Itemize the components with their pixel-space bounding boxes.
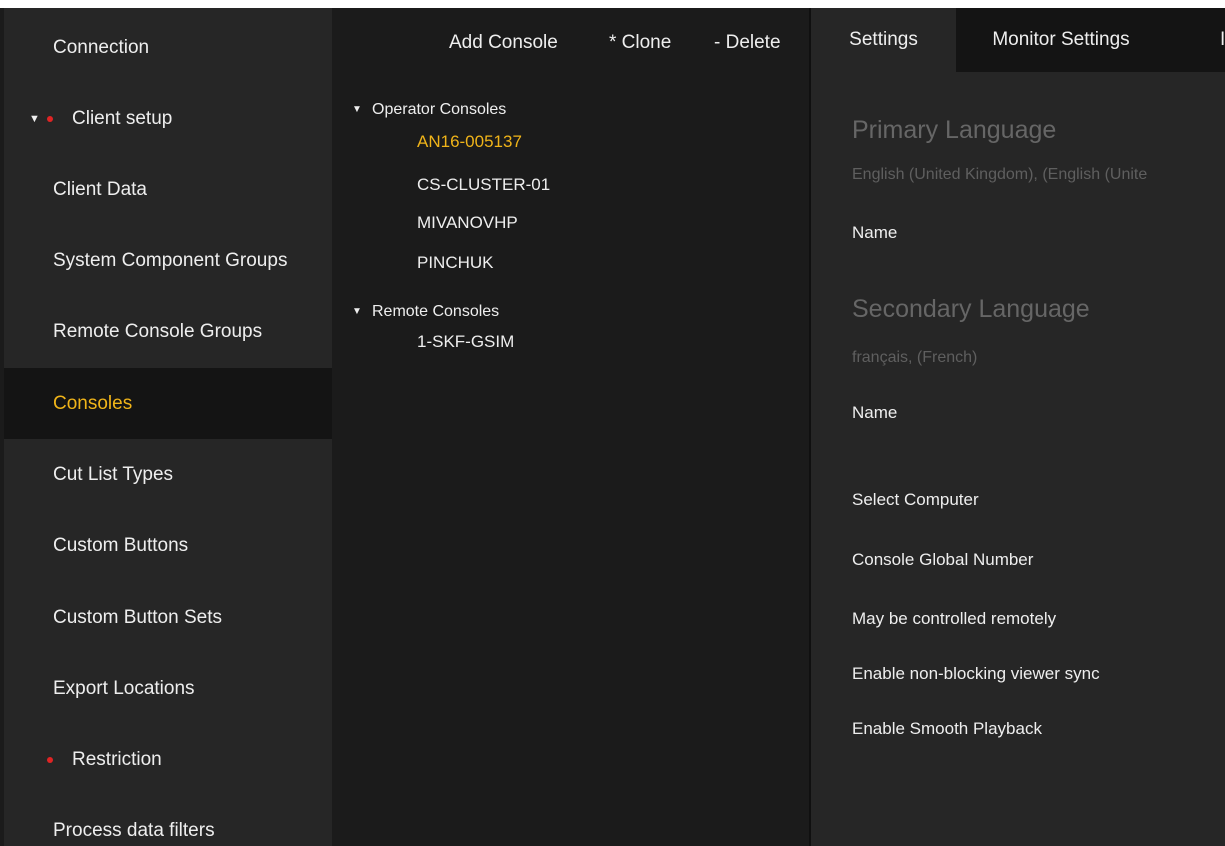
- warning-dot-icon: [47, 115, 53, 122]
- select-computer-label: Select Computer: [852, 490, 979, 509]
- tab-label: Settings: [849, 29, 918, 50]
- clone-button[interactable]: * Clone: [609, 32, 671, 54]
- app-window: Connection ▼ Client setup Client Data Sy…: [0, 8, 1225, 846]
- sidebar-item-system-component-groups[interactable]: System Component Groups: [4, 225, 332, 296]
- sidebar-item-remote-console-groups[interactable]: Remote Console Groups: [4, 296, 332, 367]
- sidebar-item-label: Cut List Types: [53, 463, 174, 485]
- sidebar-item-label: Client setup: [72, 107, 173, 129]
- sidebar-item-label: Remote Console Groups: [53, 320, 263, 342]
- sidebar-item-restriction[interactable]: Restriction: [4, 724, 332, 795]
- sidebar-item-label: Consoles: [53, 392, 133, 414]
- expand-arrow-icon[interactable]: ▼: [29, 113, 40, 125]
- sidebar-item-cut-list-types[interactable]: Cut List Types: [4, 439, 332, 510]
- remote-control-label: May be controlled remotely: [852, 609, 1057, 628]
- sidebar-item-consoles[interactable]: Consoles: [4, 368, 332, 439]
- collapse-arrow-icon[interactable]: ▼: [352, 306, 372, 317]
- console-global-number-label: Console Global Number: [852, 550, 1034, 569]
- sidebar-item-label: Connection: [53, 36, 150, 58]
- non-blocking-sync-label: Enable non-blocking viewer sync: [852, 664, 1100, 683]
- tab-label: Monitor Settings: [992, 29, 1130, 50]
- sidebar-item-connection[interactable]: Connection: [4, 12, 332, 83]
- tab-label: I: [1220, 29, 1225, 50]
- settings-panel: Settings Monitor Settings I Primary Lang…: [811, 8, 1225, 846]
- tab-monitor-settings[interactable]: Monitor Settings: [956, 8, 1166, 72]
- tab-overflow[interactable]: I: [1166, 8, 1225, 72]
- tree-group-label: Remote Consoles: [372, 303, 500, 320]
- sidebar-item-process-data-filters[interactable]: Process data filters: [4, 795, 332, 846]
- sidebar-item-custom-buttons[interactable]: Custom Buttons: [4, 510, 332, 581]
- primary-language-value: English (United Kingdom), (English (Unit…: [852, 166, 1148, 183]
- sidebar-item-label: Export Locations: [53, 677, 195, 699]
- sidebar-item-label: Custom Button Sets: [53, 606, 222, 628]
- tab-settings[interactable]: Settings: [811, 8, 956, 72]
- sidebar-item-label: System Component Groups: [53, 249, 288, 271]
- sidebar-item-label: Custom Buttons: [53, 534, 189, 556]
- tree-item-cs-cluster-01[interactable]: CS-CLUSTER-01: [417, 175, 550, 195]
- primary-name-label: Name: [852, 223, 898, 242]
- tree-group-remote-consoles[interactable]: ▼ Remote Consoles: [352, 303, 499, 321]
- console-list-panel: Add Console * Clone - Delete ▼ Operator C…: [333, 8, 809, 846]
- tree-group-operator-consoles[interactable]: ▼ Operator Consoles: [352, 101, 506, 119]
- sidebar-item-custom-button-sets[interactable]: Custom Button Sets: [4, 582, 332, 653]
- delete-button[interactable]: - Delete: [714, 32, 781, 54]
- smooth-playback-label: Enable Smooth Playback: [852, 719, 1042, 738]
- primary-language-title: Primary Language: [852, 116, 1057, 144]
- tree-item-1-skf-gsim[interactable]: 1-SKF-GSIM: [417, 332, 514, 352]
- secondary-language-value: français, (French): [852, 349, 978, 366]
- tree-item-pinchuk[interactable]: PINCHUK: [417, 253, 494, 273]
- sidebar-item-label: Restriction: [72, 748, 162, 770]
- secondary-language-title: Secondary Language: [852, 295, 1090, 323]
- add-console-button[interactable]: Add Console: [449, 32, 558, 54]
- sidebar-item-label: Process data filters: [53, 819, 215, 841]
- sidebar-item-client-data[interactable]: Client Data: [4, 154, 332, 225]
- sidebar-item-label: Client Data: [53, 178, 147, 200]
- sidebar-item-export-locations[interactable]: Export Locations: [4, 653, 332, 724]
- tab-bar: Settings Monitor Settings I: [811, 8, 1225, 72]
- collapse-arrow-icon[interactable]: ▼: [352, 104, 372, 115]
- tree-item-mivanovhp[interactable]: MIVANOVHP: [417, 213, 518, 233]
- secondary-name-label: Name: [852, 403, 898, 422]
- warning-dot-icon: [47, 756, 53, 763]
- sidebar-item-client-setup[interactable]: ▼ Client setup: [4, 83, 332, 154]
- sidebar-nav: Connection ▼ Client setup Client Data Sy…: [4, 8, 332, 846]
- tree-group-label: Operator Consoles: [372, 101, 507, 118]
- tree-item-an16-005137[interactable]: AN16-005137: [417, 132, 522, 152]
